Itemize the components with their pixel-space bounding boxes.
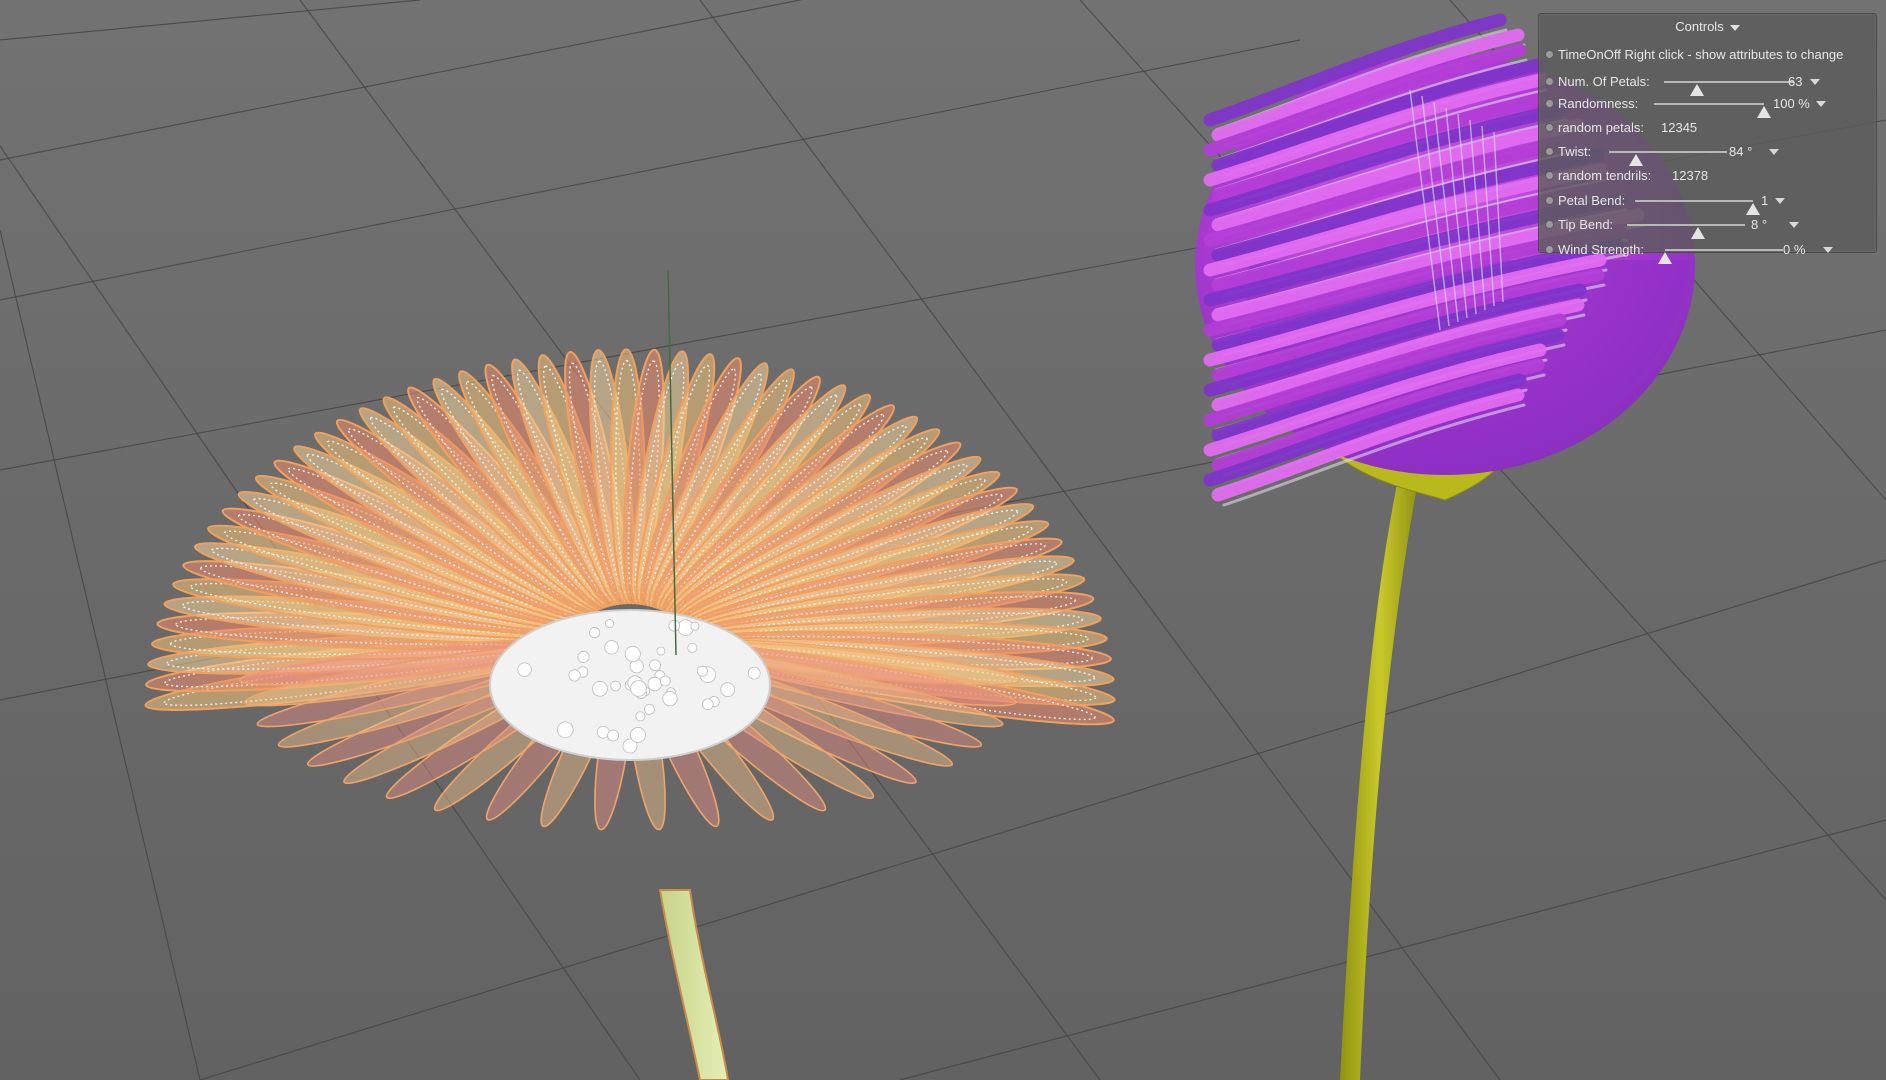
center-floret (518, 663, 532, 677)
twist-label: Twist: (1558, 142, 1591, 162)
time-on-off-label: TimeOnOff Right click - show attributes … (1558, 45, 1843, 65)
tip-bend-slider[interactable] (1627, 224, 1745, 226)
keyframe-dot-icon[interactable] (1545, 220, 1554, 229)
petal-bend-label: Petal Bend: (1558, 191, 1625, 211)
center-floret (578, 651, 589, 662)
row-random-tendrils[interactable]: random tendrils: 12378 (1539, 166, 1876, 186)
twist-slider[interactable] (1609, 151, 1727, 153)
keyframe-dot-icon[interactable] (1545, 123, 1554, 132)
row-petal-bend[interactable]: Petal Bend: 1 (1539, 191, 1876, 211)
chevron-down-icon[interactable] (1769, 149, 1779, 155)
keyframe-dot-icon[interactable] (1545, 77, 1554, 86)
twist-value[interactable]: 84 ° (1729, 142, 1752, 162)
center-floret (644, 704, 654, 714)
random-petals-value[interactable]: 12345 (1661, 118, 1697, 138)
controls-panel: Controls TimeOnOff Right click - show at… (1538, 13, 1877, 253)
center-floret (650, 660, 661, 671)
center-floret (669, 620, 680, 631)
randomness-value[interactable]: 100 % (1773, 94, 1810, 114)
wind-strength-label: Wind Strength: (1558, 240, 1644, 260)
controls-title: Controls (1675, 19, 1723, 34)
center-floret (648, 677, 662, 691)
slider-thumb[interactable] (1746, 203, 1760, 215)
randomness-slider[interactable] (1654, 103, 1764, 105)
chevron-down-icon[interactable] (1789, 222, 1799, 228)
center-floret (657, 647, 665, 655)
petal-bend-value[interactable]: 1 (1761, 191, 1768, 211)
center-floret (663, 691, 677, 705)
chevron-down-icon[interactable] (1810, 79, 1820, 85)
center-floret (625, 646, 640, 661)
row-twist[interactable]: Twist: 84 ° (1539, 142, 1876, 162)
center-floret (660, 676, 670, 686)
center-floret (748, 667, 760, 679)
3d-viewport[interactable]: Controls TimeOnOff Right click - show at… (0, 0, 1886, 1080)
slider-thumb[interactable] (1757, 106, 1771, 118)
chevron-down-icon[interactable] (1816, 101, 1826, 107)
row-time-on-off[interactable]: TimeOnOff Right click - show attributes … (1539, 45, 1876, 65)
center-floret (697, 666, 707, 676)
slider-thumb[interactable] (1629, 154, 1643, 166)
wind-strength-slider[interactable] (1665, 249, 1783, 251)
center-floret (611, 681, 621, 691)
row-wind-strength[interactable]: Wind Strength: 0 % (1539, 240, 1876, 260)
center-floret (721, 683, 735, 697)
row-randomness[interactable]: Randomness: 100 % (1539, 94, 1876, 114)
controls-header[interactable]: Controls (1539, 18, 1876, 36)
keyframe-dot-icon[interactable] (1545, 171, 1554, 180)
random-petals-label: random petals: (1558, 118, 1644, 138)
wind-strength-value[interactable]: 0 % (1783, 240, 1805, 260)
center-floret (688, 643, 697, 652)
row-tip-bend[interactable]: Tip Bend: 8 ° (1539, 215, 1876, 235)
center-floret (557, 722, 573, 738)
center-floret (592, 681, 607, 696)
row-num-of-petals[interactable]: Num. Of Petals: 63 (1539, 72, 1876, 92)
center-floret (608, 730, 619, 741)
row-random-petals[interactable]: random petals: 12345 (1539, 118, 1876, 138)
petal-bend-slider[interactable] (1635, 200, 1753, 202)
num-of-petals-value[interactable]: 63 (1788, 72, 1802, 92)
center-floret (569, 670, 580, 681)
random-tendrils-label: random tendrils: (1558, 166, 1651, 186)
slider-thumb[interactable] (1658, 252, 1672, 264)
center-floret (605, 619, 613, 627)
chevron-down-icon[interactable] (1775, 198, 1785, 204)
center-floret (630, 727, 645, 742)
keyframe-dot-icon[interactable] (1545, 245, 1554, 254)
tip-bend-label: Tip Bend: (1558, 215, 1613, 235)
num-of-petals-slider[interactable] (1664, 81, 1794, 83)
keyframe-dot-icon[interactable] (1545, 196, 1554, 205)
randomness-label: Randomness: (1558, 94, 1638, 114)
center-floret (605, 641, 619, 655)
slider-thumb[interactable] (1691, 227, 1705, 239)
keyframe-dot-icon[interactable] (1545, 147, 1554, 156)
center-floret (589, 627, 599, 637)
center-floret (702, 699, 713, 710)
center-floret (636, 712, 645, 721)
tip-bend-value[interactable]: 8 ° (1751, 215, 1767, 235)
chevron-down-icon[interactable] (1730, 25, 1740, 31)
center-floret (631, 681, 647, 697)
keyframe-dot-icon[interactable] (1545, 99, 1554, 108)
center-floret (691, 622, 699, 630)
num-of-petals-label: Num. Of Petals: (1558, 72, 1650, 92)
chevron-down-icon[interactable] (1823, 247, 1833, 253)
keyframe-dot-icon[interactable] (1545, 50, 1554, 59)
random-tendrils-value[interactable]: 12378 (1672, 166, 1708, 186)
